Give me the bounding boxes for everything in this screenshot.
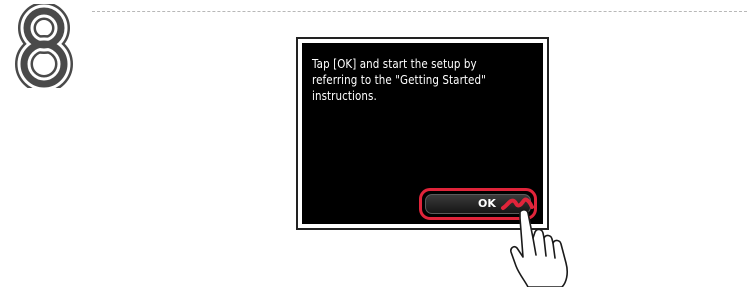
pointing-hand-icon (510, 209, 569, 287)
number-eight-icon (15, 4, 73, 88)
instruction-step: 8 Tap [OK] and start the setup by referr… (0, 0, 752, 287)
setup-message: Tap [OK] and start the setup by referrin… (312, 57, 486, 103)
step-number-badge: 8 (8, 4, 80, 88)
dashed-divider (92, 11, 747, 12)
step-number-text: 8 (8, 88, 9, 89)
